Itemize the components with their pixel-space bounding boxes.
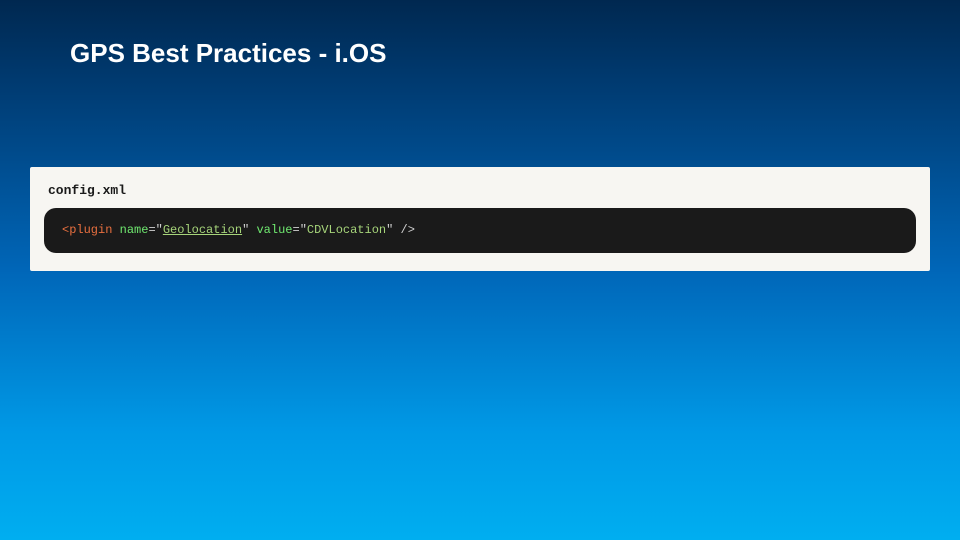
code-attr-value-2: CDVLocation — [307, 223, 386, 237]
code-attr-value-1: Geolocation — [163, 223, 242, 237]
slide-title: GPS Best Practices - i.OS — [0, 0, 960, 69]
file-label: config.xml — [44, 179, 916, 208]
code-attr-name-2: value — [256, 223, 292, 237]
code-quote-2b: " — [386, 223, 393, 237]
code-tag-open: <plugin — [62, 223, 112, 237]
code-quote-1b: " — [242, 223, 249, 237]
code-block: <plugin name="Geolocation" value="CDVLoc… — [44, 208, 916, 253]
code-tag-close: /> — [401, 223, 415, 237]
code-quote-1a: " — [156, 223, 163, 237]
code-attr-name-1: name — [120, 223, 149, 237]
code-eq-1: = — [148, 223, 155, 237]
code-quote-2a: " — [300, 223, 307, 237]
code-eq-2: = — [292, 223, 299, 237]
code-panel: config.xml <plugin name="Geolocation" va… — [30, 167, 930, 271]
